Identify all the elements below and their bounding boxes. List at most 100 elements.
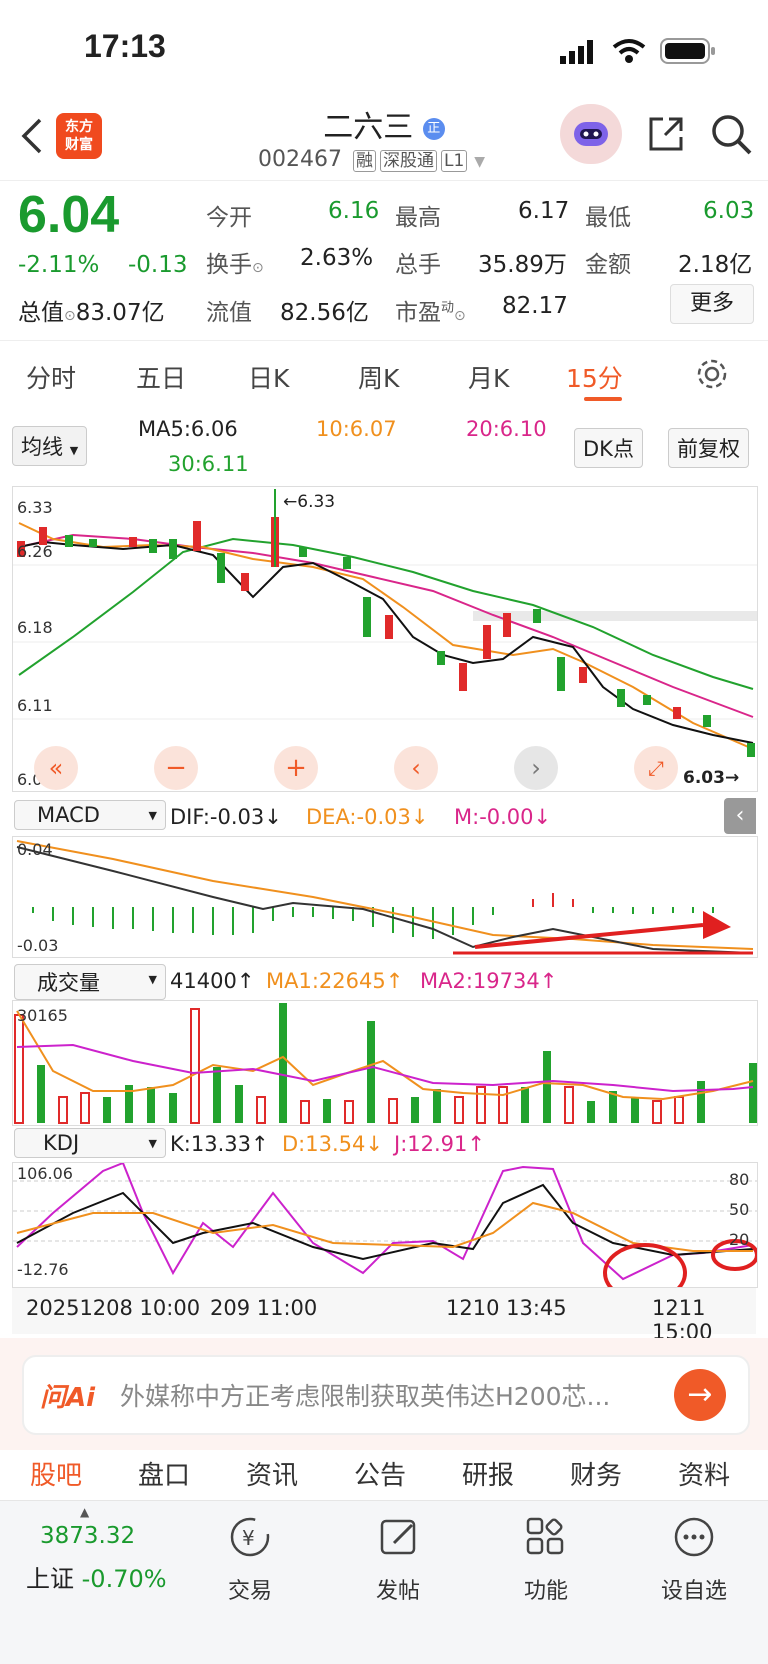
float-label: 流值: [206, 300, 252, 326]
m-label: M:-0.00↓: [454, 805, 552, 829]
ma30-label: 30:6.11: [168, 452, 249, 476]
volume-selector[interactable]: 成交量 ▼: [14, 964, 166, 1000]
tab-notice[interactable]: 公告: [354, 1455, 406, 1492]
share-icon[interactable]: [645, 113, 687, 159]
kline-chart[interactable]: 6.33 6.26 6.18 6.11 6.03 ←6.33 6.03→: [12, 486, 758, 792]
wifi-icon: [612, 38, 646, 68]
kdj-ref-20: 20: [729, 1230, 749, 1249]
tab-weekly[interactable]: 周K: [358, 359, 399, 395]
svg-text:¥: ¥: [242, 1526, 255, 1550]
d-label: D:13.54↓: [282, 1132, 383, 1156]
more-button[interactable]: 更多: [670, 284, 754, 324]
dock-watchlist[interactable]: 设自选: [644, 1573, 744, 1605]
x-axis: 20251208 10:00 209 11:00 1210 13:45 1211…: [12, 1288, 756, 1344]
scroll-right-button[interactable]: ›: [514, 746, 558, 790]
k-label: K:13.33↑: [170, 1132, 269, 1156]
tag-margin: 融: [352, 150, 376, 172]
grid-icon[interactable]: [524, 1515, 568, 1563]
caret-down-icon: ▼: [148, 809, 157, 822]
search-icon[interactable]: [710, 113, 754, 161]
vol-label: 总手: [395, 252, 441, 278]
tab-intraday[interactable]: 分时: [26, 359, 76, 395]
battery-icon: [660, 38, 716, 68]
mcap-row: 总值⊙83.07亿: [18, 300, 165, 326]
dk-button[interactable]: DK点: [574, 428, 643, 468]
vol-ma2-label: MA2:19734↑: [420, 969, 558, 993]
tab-underline: [584, 397, 622, 401]
tab-15min[interactable]: 15分: [566, 359, 623, 395]
stock-code-row[interactable]: 002467 融深股通 L1 ▼: [258, 146, 485, 172]
tab-daily[interactable]: 日K: [248, 359, 289, 395]
tab-5day[interactable]: 五日: [136, 359, 186, 395]
pct-change: -2.11%: [18, 252, 100, 278]
kdj-chart: 106.06 -12.76 80 50 20: [12, 1161, 759, 1303]
info-icon: ⊙: [252, 260, 264, 276]
info-icon: ⊙: [64, 308, 76, 324]
high-marker: ←6.33: [283, 492, 335, 512]
y-label-top: 6.33: [17, 498, 53, 517]
j-label: J:12.91↑: [394, 1132, 485, 1156]
tag-connect: 深股通: [379, 150, 437, 172]
ai-search-bar[interactable]: 问Ai 外媒称中方正考虑限制获取英伟达H200芯... →: [22, 1355, 750, 1435]
fullscreen-button[interactable]: ⤢: [634, 746, 678, 790]
tab-finance[interactable]: 财务: [570, 1455, 622, 1492]
abs-change: -0.13: [128, 252, 188, 278]
caret-up-icon: ▲: [80, 1505, 90, 1519]
vol-value: 35.89万: [478, 252, 567, 278]
volume-chart: 30165: [12, 1000, 758, 1126]
kdj-y-top: 106.06: [17, 1164, 73, 1183]
tab-profile[interactable]: 资料: [678, 1455, 730, 1492]
macd-selector[interactable]: MACD ▼: [14, 800, 166, 830]
more-dots-icon[interactable]: [672, 1515, 716, 1563]
ai-brand: 问Ai: [40, 1383, 96, 1413]
dock-function[interactable]: 功能: [496, 1573, 596, 1605]
adjust-button[interactable]: 前复权: [668, 428, 749, 468]
vol-y-top: 30165: [17, 1006, 68, 1025]
scroll-left-fast-button[interactable]: «: [34, 746, 78, 790]
ma-selector[interactable]: 均线 ▼: [12, 426, 88, 466]
kline-svg: 6.33 6.26 6.18 6.11 6.03 ←6.33 6.03→: [13, 489, 757, 789]
ma20-label: 20:6.10: [466, 417, 547, 441]
robot-avatar-icon[interactable]: [560, 104, 622, 164]
zoom-out-button[interactable]: −: [154, 746, 198, 790]
amt-value: 2.18亿: [678, 252, 753, 278]
dock-post[interactable]: 发帖: [348, 1573, 448, 1605]
trade-icon[interactable]: ¥: [228, 1515, 272, 1563]
dock-trade[interactable]: 交易: [200, 1573, 300, 1605]
kdj-y-bottom: -12.76: [17, 1260, 69, 1279]
high-value: 6.17: [518, 198, 570, 224]
x-tick-4: 1211 15:00: [652, 1296, 713, 1344]
current-price: 6.04: [18, 186, 120, 244]
low-label: 最低: [585, 205, 631, 231]
macd-y-top: 0.04: [17, 840, 53, 859]
index-value[interactable]: 3873.32: [40, 1523, 135, 1549]
settings-icon[interactable]: [695, 357, 729, 395]
arrow-right-icon[interactable]: →: [674, 1369, 726, 1421]
edit-icon[interactable]: [378, 1515, 422, 1563]
low-value: 6.03: [703, 198, 755, 224]
index-row[interactable]: 上证 -0.70%: [26, 1559, 167, 1594]
content-tabs: 股吧 盘口 资讯 公告 研报 财务 资料: [0, 1455, 768, 1500]
kdj-ref-50: 50: [729, 1200, 749, 1219]
low-marker: 6.03→: [683, 768, 739, 788]
tab-pankou[interactable]: 盘口: [138, 1455, 190, 1492]
bottom-dock: ▲ 3873.32 上证 -0.70% ¥ 交易 发帖 功能 设自选: [0, 1500, 768, 1664]
tab-monthly[interactable]: 月K: [468, 359, 509, 395]
tab-guba[interactable]: 股吧: [30, 1455, 82, 1492]
tab-news[interactable]: 资讯: [246, 1455, 298, 1492]
macd-chart: 0.04 -0.03: [12, 836, 758, 958]
dif-label: DIF:-0.03↓: [170, 805, 282, 829]
turnover-label: 换手⊙: [206, 252, 264, 278]
signal-icon: [560, 40, 596, 68]
zoom-in-button[interactable]: +: [274, 746, 318, 790]
high-label: 最高: [395, 205, 441, 231]
status-bar: 17:13: [0, 0, 768, 100]
collapse-icon[interactable]: ‹: [724, 798, 756, 834]
tab-research[interactable]: 研报: [462, 1455, 514, 1492]
scroll-left-button[interactable]: ‹: [394, 746, 438, 790]
volume-svg: 30165: [14, 1003, 757, 1124]
kdj-selector[interactable]: KDJ ▼: [14, 1128, 166, 1158]
x-tick-2: 209 11:00: [210, 1296, 318, 1320]
ai-prompt-text: 外媒称中方正考虑限制获取英伟达H200芯...: [120, 1382, 611, 1411]
period-tabs: 分时 五日 日K 周K 月K 15分: [0, 340, 768, 407]
